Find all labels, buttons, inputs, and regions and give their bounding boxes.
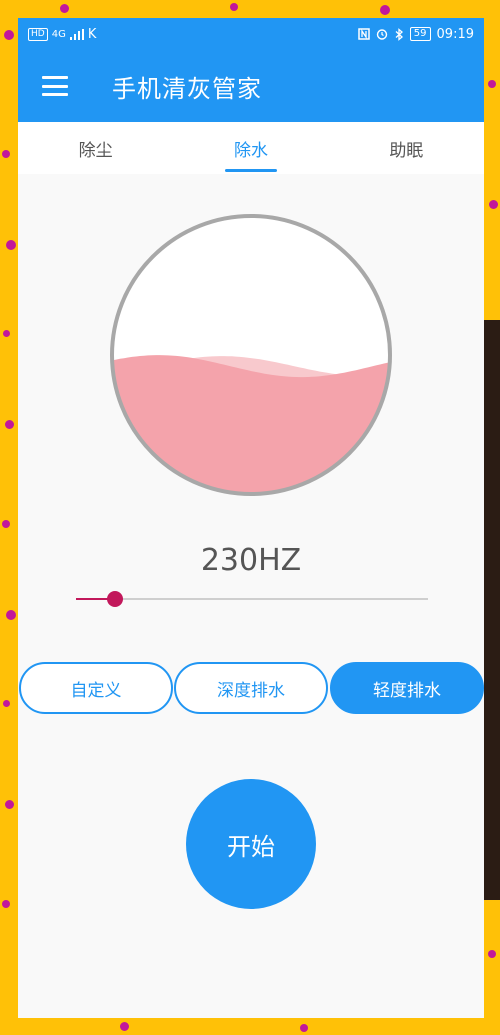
tab-water-removal[interactable]: 除水 — [173, 122, 328, 174]
slider-thumb[interactable] — [106, 591, 123, 607]
mode-light-drain-button[interactable]: 轻度排水 — [330, 662, 484, 714]
mode-selector: 自定义 深度排水 轻度排水 — [18, 662, 484, 714]
network-type: 4G — [51, 28, 66, 40]
alarm-icon — [376, 29, 387, 40]
hamburger-menu-icon[interactable] — [42, 76, 68, 96]
app-bar: 手机清灰管家 — [18, 50, 484, 122]
wave-front — [112, 355, 390, 494]
battery-icon: 59 — [409, 27, 431, 41]
water-level-gauge — [110, 214, 392, 496]
frequency-readout: 230HZ — [200, 543, 302, 578]
status-bar: HD 4G K 59 09:19 — [18, 18, 484, 50]
nfc-icon — [358, 28, 370, 40]
mode-custom-button[interactable]: 自定义 — [19, 662, 173, 714]
tab-bar: 除尘 除水 助眠 — [18, 122, 484, 174]
signal-icon — [69, 28, 84, 40]
phone-screen: HD 4G K 59 09:19 手机清灰管家 除尘 除水 助眠 230HZ 自… — [18, 18, 484, 1018]
background-photo-strip — [484, 320, 500, 900]
app-title: 手机清灰管家 — [112, 74, 262, 103]
tab-dust-removal[interactable]: 除尘 — [18, 122, 173, 174]
mode-deep-drain-button[interactable]: 深度排水 — [174, 662, 328, 714]
tab-sleep-aid[interactable]: 助眠 — [329, 122, 484, 174]
start-button[interactable]: 开始 — [186, 779, 316, 909]
slider-track — [76, 598, 428, 600]
status-left: HD 4G K — [28, 27, 96, 42]
status-right: 59 09:19 — [358, 27, 474, 42]
status-time: 09:19 — [436, 26, 474, 42]
carrier-icon: K — [87, 26, 97, 42]
frequency-slider[interactable] — [76, 588, 428, 612]
hd-badge: HD — [28, 27, 48, 41]
bluetooth-icon — [395, 27, 403, 41]
